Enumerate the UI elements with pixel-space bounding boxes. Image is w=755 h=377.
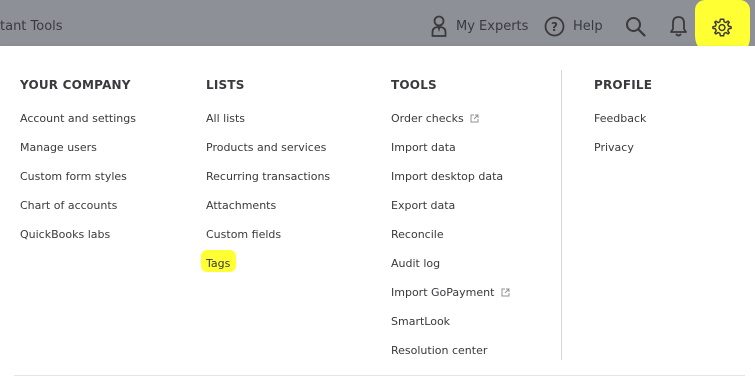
external-link-icon [501,285,510,303]
notifications-button[interactable] [669,13,688,39]
tools-column: TOOLS Order checks Import data Import de… [391,78,510,371]
menu-item-products-services[interactable]: Products and services [206,139,330,168]
menu-item-privacy[interactable]: Privacy [594,139,652,168]
column-divider [561,70,562,360]
profile-column: PROFILE Feedback Privacy [594,78,652,168]
my-experts-label: My Experts [456,18,529,34]
menu-item-reconcile[interactable]: Reconcile [391,226,510,255]
menu-item-chart-of-accounts[interactable]: Chart of accounts [20,197,136,226]
menu-item-all-lists[interactable]: All lists [206,110,330,139]
panel-bottom-border [14,375,745,376]
lists-column: LISTS All lists Products and services Re… [206,78,330,284]
menu-item-quickbooks-labs[interactable]: QuickBooks labs [20,226,136,255]
your-company-column: YOUR COMPANY Account and settings Manage… [20,78,136,255]
top-bar: tant Tools My Experts ? Help [0,0,755,46]
your-company-header: YOUR COMPANY [20,78,131,92]
page-edge [745,46,755,377]
menu-item-attachments[interactable]: Attachments [206,197,330,226]
bell-icon [669,15,688,37]
help-label: Help [573,18,603,34]
menu-item-feedback[interactable]: Feedback [594,110,652,139]
help-button[interactable]: ? Help [544,13,603,39]
svg-text:?: ? [551,20,558,34]
menu-item-import-data[interactable]: Import data [391,139,510,168]
menu-item-recurring-transactions[interactable]: Recurring transactions [206,168,330,197]
menu-item-tags[interactable]: Tags [206,255,330,284]
profile-header: PROFILE [594,78,653,92]
help-icon: ? [544,16,565,37]
menu-item-smartlook[interactable]: SmartLook [391,313,510,342]
menu-item-export-data[interactable]: Export data [391,197,510,226]
menu-item-custom-form-styles[interactable]: Custom form styles [20,168,136,197]
menu-item-import-desktop-data[interactable]: Import desktop data [391,168,510,197]
menu-item-resolution-center[interactable]: Resolution center [391,342,510,371]
lists-header: LISTS [206,78,245,92]
menu-item-audit-log[interactable]: Audit log [391,255,510,284]
settings-gear-button[interactable] [711,15,733,41]
external-link-icon [470,111,479,129]
menu-item-import-gopayment[interactable]: Import GoPayment [391,284,510,313]
menu-item-manage-users[interactable]: Manage users [20,139,136,168]
gear-icon [711,17,733,39]
person-icon [430,15,448,37]
menu-item-custom-fields[interactable]: Custom fields [206,226,330,255]
search-icon [625,16,646,37]
my-experts-button[interactable]: My Experts [430,13,528,39]
menu-item-order-checks[interactable]: Order checks [391,110,510,139]
tools-header: TOOLS [391,78,437,92]
menu-item-account-settings[interactable]: Account and settings [20,110,136,139]
accountant-tools-label[interactable]: tant Tools [0,19,63,34]
search-button[interactable] [625,13,646,39]
